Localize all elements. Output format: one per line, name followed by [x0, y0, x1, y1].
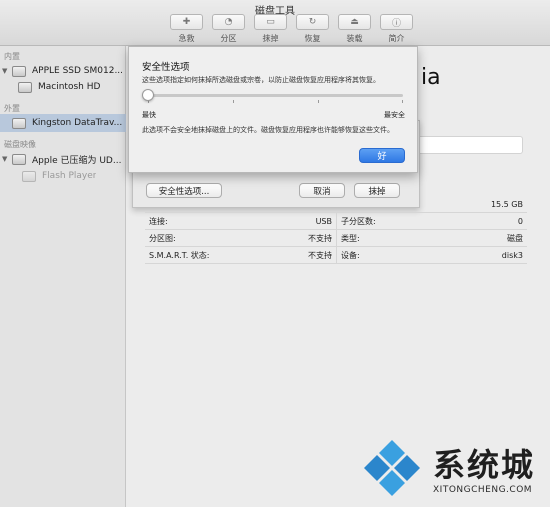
- toolbar-mount[interactable]: ⏏ 装载: [338, 14, 371, 44]
- disclosure-triangle-icon[interactable]: ▼: [2, 67, 12, 75]
- dialog-description: 这些选项指定如何抹掉所选磁盘或宗卷，以防止磁盘恢复应用程序将其恢复。: [142, 76, 380, 84]
- type-value: 磁盘: [507, 234, 523, 243]
- toolbar-label: 急救: [178, 34, 195, 43]
- watermark-url: XITONGCHENG.COM: [433, 485, 533, 495]
- sidebar-item-label: Flash Player: [42, 171, 97, 181]
- internal-disk-icon: [12, 65, 26, 77]
- first-aid-icon[interactable]: ✚: [170, 14, 203, 30]
- toolbar-info[interactable]: ⓘ 简介: [380, 14, 413, 44]
- sidebar-section-external: 外置: [4, 104, 20, 113]
- security-slider[interactable]: [148, 94, 403, 97]
- capacity-value: 15.5 GB: [490, 200, 523, 209]
- disk-image-icon: [12, 153, 26, 165]
- watermark-brand: 系统城: [433, 446, 536, 484]
- device-label: 设备:: [341, 251, 360, 260]
- sidebar-item-apple-udzo[interactable]: ▼ Apple 已压缩为 UD...: [0, 150, 126, 168]
- volume-icon: [18, 81, 32, 93]
- info-row: S.M.A.R.T. 状态: 不支持 设备: disk3: [145, 247, 527, 264]
- volume-title: ia: [421, 65, 441, 90]
- slider-min-label: 最快: [142, 111, 156, 119]
- dialog-info-text: 此选项不会安全地抹掉磁盘上的文件。磁盘恢复应用程序也许能够恢复这些文件。: [142, 126, 394, 134]
- info-row: 分区图: 不支持 类型: 磁盘: [145, 230, 527, 247]
- info-grid: 15.5 GB 连接: USB 子分区数: 0 分区图: 不支持 类型: 磁盘 S.M.…: [145, 196, 527, 264]
- title-bar: 磁盘工具 ✚ 急救 ◔ 分区 ▭ 抹掉 ↻ 恢复 ⏏ 装载 ⓘ 简介: [0, 0, 550, 46]
- watermark-logo-icon: [364, 440, 420, 496]
- ok-button[interactable]: 好: [359, 148, 405, 163]
- info-icon[interactable]: ⓘ: [380, 14, 413, 30]
- toolbar-partition[interactable]: ◔ 分区: [212, 14, 245, 44]
- partition-icon[interactable]: ◔: [212, 14, 245, 30]
- partition-map-label: 分区图:: [149, 234, 176, 243]
- external-disk-icon: [12, 117, 26, 129]
- partition-map-value: 不支持: [308, 234, 332, 243]
- mount-icon[interactable]: ⏏: [338, 14, 371, 30]
- sidebar-section-internal: 内置: [4, 52, 20, 61]
- sidebar-item-label: Kingston DataTrav...: [32, 118, 123, 128]
- smart-status-label: S.M.A.R.T. 状态:: [149, 251, 210, 260]
- sidebar-item-label: APPLE SSD SM012...: [32, 66, 124, 76]
- sidebar: 内置 ▼ APPLE SSD SM012... Macintosh HD 外置 …: [0, 46, 126, 507]
- sidebar-item-kingston[interactable]: Kingston DataTrav...: [0, 114, 126, 132]
- type-label: 类型:: [341, 234, 360, 243]
- toolbar-label: 装载: [346, 34, 363, 43]
- slider-tick: [402, 100, 403, 103]
- dialog-title: 安全性选项: [142, 62, 190, 73]
- slider-knob[interactable]: [142, 89, 154, 101]
- toolbar: ✚ 急救 ◔ 分区 ▭ 抹掉 ↻ 恢复 ⏏ 装载 ⓘ 简介: [170, 14, 413, 44]
- sidebar-item-macintosh-hd[interactable]: Macintosh HD: [0, 78, 126, 96]
- smart-status-value: 不支持: [308, 251, 332, 260]
- restore-icon[interactable]: ↻: [296, 14, 329, 30]
- device-value: disk3: [501, 251, 523, 260]
- slider-tick: [318, 100, 319, 103]
- connection-label: 连接:: [149, 217, 168, 226]
- name-field[interactable]: [411, 136, 523, 154]
- mounted-image-icon: [22, 170, 36, 182]
- slider-max-label: 最安全: [384, 111, 405, 119]
- child-count-value: 0: [517, 217, 523, 226]
- toolbar-restore[interactable]: ↻ 恢复: [296, 14, 329, 44]
- toolbar-label: 简介: [388, 34, 405, 43]
- erase-icon[interactable]: ▭: [254, 14, 287, 30]
- slider-tick: [233, 100, 234, 103]
- sidebar-section-disk-images: 磁盘映像: [4, 140, 36, 149]
- security-options-dialog: 安全性选项 这些选项指定如何抹掉所选磁盘或宗卷，以防止磁盘恢复应用程序将其恢复。…: [128, 46, 418, 173]
- connection-value: USB: [315, 217, 332, 226]
- capacity-row: 15.5 GB: [145, 196, 527, 213]
- sidebar-item-flash-player[interactable]: Flash Player: [0, 167, 126, 185]
- child-count-label: 子分区数:: [341, 217, 376, 226]
- toolbar-label: 抹掉: [262, 34, 279, 43]
- info-row: 连接: USB 子分区数: 0: [145, 213, 527, 230]
- toolbar-label: 分区: [220, 34, 237, 43]
- toolbar-label: 恢复: [304, 34, 321, 43]
- disclosure-triangle-icon[interactable]: ▼: [2, 155, 12, 163]
- toolbar-erase[interactable]: ▭ 抹掉: [254, 14, 287, 44]
- sidebar-item-label: Apple 已压缩为 UD...: [32, 155, 122, 166]
- toolbar-first-aid[interactable]: ✚ 急救: [170, 14, 203, 44]
- sidebar-item-label: Macintosh HD: [38, 82, 101, 92]
